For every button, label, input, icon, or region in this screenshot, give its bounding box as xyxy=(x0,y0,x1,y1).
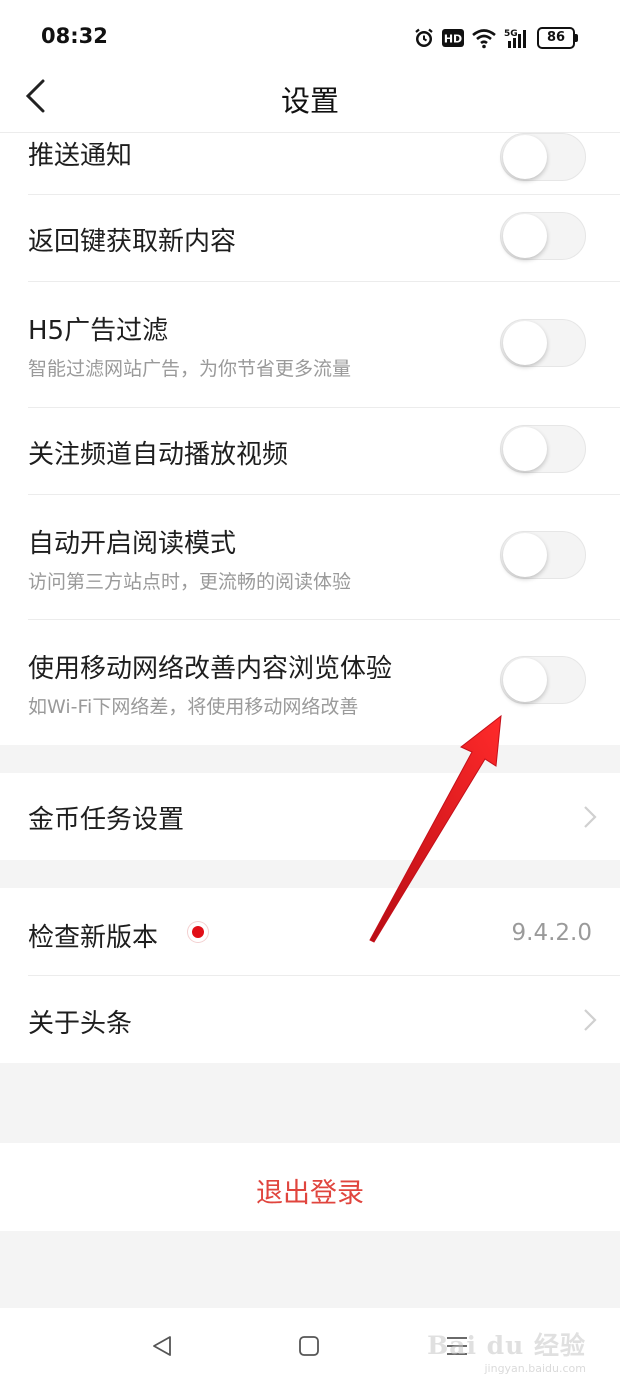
setting-label: 推送通知 xyxy=(28,141,133,171)
svg-text:HD: HD xyxy=(444,33,462,46)
watermark-url: jingyan.baidu.com xyxy=(484,1362,586,1375)
chevron-right-icon xyxy=(584,1009,597,1031)
section-gap xyxy=(0,860,620,888)
logout-button[interactable]: 退出登录 xyxy=(0,1171,620,1210)
logout-row: 退出登录 xyxy=(0,1143,620,1231)
nav-back-icon[interactable] xyxy=(150,1334,174,1358)
watermark-brand: Bai du 经验 xyxy=(427,1331,586,1360)
setting-label: 返回键获取新内容 xyxy=(28,227,237,257)
setting-push-notification: 推送通知 xyxy=(0,133,620,195)
setting-label: 自动开启阅读模式 xyxy=(28,529,237,559)
hd-icon: HD xyxy=(442,29,464,47)
section-gap xyxy=(0,745,620,773)
setting-description: 访问第三方站点时，更流畅的阅读体验 xyxy=(28,571,352,593)
page-title: 设置 xyxy=(280,84,339,118)
chevron-right-icon xyxy=(584,806,597,828)
status-bar: 08:32 HD 5G 86 xyxy=(0,0,620,72)
setting-h5-ad-filter: H5广告过滤 智能过滤网站广告，为你节省更多流量 xyxy=(0,282,620,408)
section-gap xyxy=(0,1231,620,1308)
network-label: 5G xyxy=(504,29,518,39)
signal-icon: 5G xyxy=(504,27,530,49)
update-badge xyxy=(188,922,208,942)
baidu-jingyan-watermark: Bai du 经验 jingyan.baidu.com xyxy=(427,1326,586,1375)
status-time: 08:32 xyxy=(41,24,108,48)
battery-level: 86 xyxy=(537,27,575,49)
about-item[interactable]: 关于头条 xyxy=(0,976,620,1063)
wifi-icon xyxy=(471,27,497,49)
push-notification-toggle[interactable] xyxy=(500,133,586,181)
setting-autoplay-video: 关注频道自动播放视频 xyxy=(0,408,620,495)
coin-task-settings-item[interactable]: 金币任务设置 xyxy=(0,773,620,860)
check-version-label: 检查新版本 xyxy=(28,923,159,953)
setting-description: 智能过滤网站广告，为你节省更多流量 xyxy=(28,358,352,380)
setting-label: 关注频道自动播放视频 xyxy=(28,440,289,470)
setting-mobile-network-boost: 使用移动网络改善内容浏览体验 如Wi-Fi下网络差，将使用移动网络改善 xyxy=(0,620,620,745)
setting-back-key-refresh: 返回键获取新内容 xyxy=(0,195,620,282)
alarm-icon xyxy=(413,27,435,49)
h5-ad-filter-toggle[interactable] xyxy=(500,319,586,367)
coin-task-label: 金币任务设置 xyxy=(28,805,185,835)
setting-label: H5广告过滤 xyxy=(28,316,169,346)
status-icons: HD 5G 86 xyxy=(413,24,578,52)
nav-bar: 设置 xyxy=(0,72,620,133)
battery-icon: 86 xyxy=(537,27,578,49)
system-nav-bar: Bai du 经验 jingyan.baidu.com xyxy=(0,1308,620,1386)
section-gap xyxy=(0,1063,620,1143)
setting-reading-mode: 自动开启阅读模式 访问第三方站点时，更流畅的阅读体验 xyxy=(0,495,620,620)
mobile-network-boost-toggle[interactable] xyxy=(500,656,586,704)
check-version-item[interactable]: 检查新版本 9.4.2.0 xyxy=(0,888,620,976)
reading-mode-toggle[interactable] xyxy=(500,531,586,579)
version-value: 9.4.2.0 xyxy=(511,920,592,946)
about-label: 关于头条 xyxy=(28,1009,133,1039)
nav-home-icon[interactable] xyxy=(298,1335,320,1357)
setting-label: 使用移动网络改善内容浏览体验 xyxy=(28,654,393,684)
setting-description: 如Wi-Fi下网络差，将使用移动网络改善 xyxy=(28,696,359,718)
back-key-refresh-toggle[interactable] xyxy=(500,212,586,260)
autoplay-video-toggle[interactable] xyxy=(500,425,586,473)
